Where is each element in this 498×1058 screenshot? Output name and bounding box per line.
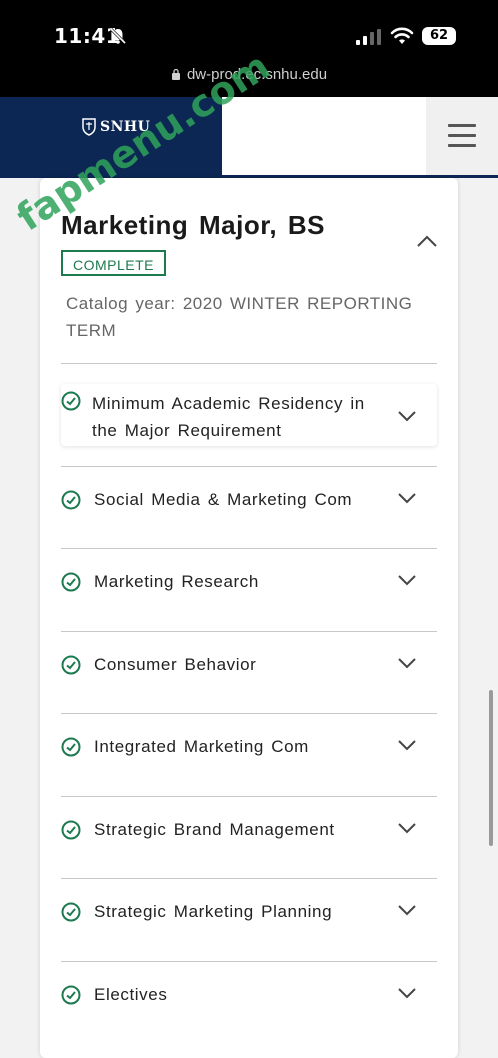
brand-name: SNHU (100, 119, 151, 135)
chevron-down-icon[interactable] (397, 492, 417, 504)
url-text: dw-prod.ec.snhu.edu (186, 66, 328, 83)
status-badge: COMPLETE (61, 250, 167, 276)
chevron-down-icon[interactable] (397, 987, 417, 999)
check-circle-icon (61, 655, 81, 675)
divider (61, 961, 437, 962)
requirement-label: Strategic Marketing Planning (94, 902, 333, 921)
battery-indicator: 62 (422, 27, 456, 45)
scrollbar[interactable] (489, 690, 493, 846)
catalog-line: Catalog year: 2020 WINTER REPORTING (66, 294, 413, 313)
divider (61, 363, 437, 364)
chevron-down-icon[interactable] (397, 904, 417, 916)
divider (61, 713, 437, 714)
check-circle-icon (61, 391, 81, 411)
hamburger-line (448, 144, 476, 147)
chevron-down-icon[interactable] (397, 574, 417, 586)
requirement-row[interactable]: Strategic Marketing Planning (61, 898, 437, 928)
lock-icon (171, 68, 180, 80)
requirement-label-line: the Major Requirement (92, 421, 282, 440)
status-bar: 11:41 62 dw-prod.ec.snhu.edu (0, 0, 498, 97)
chevron-down-icon[interactable] (397, 657, 417, 669)
divider (61, 796, 437, 797)
requirement-row[interactable]: Electives (61, 981, 437, 1011)
requirement-row[interactable]: Integrated Marketing Com (61, 733, 437, 763)
chevron-up-icon[interactable] (416, 234, 438, 248)
requirement-label: Electives (94, 985, 168, 1004)
chevron-down-icon[interactable] (397, 410, 417, 422)
requirement-label: Strategic Brand Management (94, 820, 335, 839)
check-circle-icon (61, 490, 81, 510)
divider (61, 878, 437, 879)
chevron-down-icon[interactable] (397, 822, 417, 834)
check-circle-icon (61, 572, 81, 592)
check-circle-icon (61, 985, 81, 1005)
degree-card: Marketing Major, BS COMPLETE Catalog yea… (40, 178, 458, 1058)
bell-muted-icon (109, 27, 127, 45)
check-circle-icon (61, 902, 81, 922)
address-bar[interactable]: dw-prod.ec.snhu.edu (0, 66, 498, 83)
shield-logo-icon (82, 118, 96, 136)
divider (61, 548, 437, 549)
requirement-row[interactable]: Strategic Brand Management (61, 816, 437, 846)
requirement-label: Social Media & Marketing Com (94, 490, 353, 509)
degree-title: Marketing Major, BS (61, 210, 325, 240)
chevron-down-icon[interactable] (397, 739, 417, 751)
cellular-signal-icon (356, 29, 381, 45)
wifi-icon (390, 27, 414, 44)
requirement-label-line: Minimum Academic Residency in (92, 394, 365, 413)
site-header: SNHU (0, 97, 498, 175)
hamburger-line (448, 134, 476, 137)
brand-logo[interactable]: SNHU (0, 97, 222, 175)
requirement-row[interactable]: Marketing Research (61, 568, 437, 598)
requirement-label: Consumer Behavior (94, 655, 257, 674)
divider (61, 466, 437, 467)
check-circle-icon (61, 737, 81, 757)
check-circle-icon (61, 820, 81, 840)
catalog-year: Catalog year: 2020 WINTER REPORTING TERM (66, 290, 426, 344)
catalog-line: TERM (66, 321, 117, 340)
requirement-label: Minimum Academic Residency in the Major … (92, 390, 365, 444)
requirement-row[interactable]: Minimum Academic Residency in the Major … (61, 384, 437, 446)
hamburger-line (448, 124, 476, 127)
requirement-row[interactable]: Consumer Behavior (61, 651, 437, 681)
requirement-row[interactable]: Social Media & Marketing Com (61, 486, 437, 516)
requirement-label: Marketing Research (94, 572, 259, 591)
requirement-label: Integrated Marketing Com (94, 737, 309, 756)
hamburger-menu-button[interactable] (426, 97, 498, 175)
divider (61, 631, 437, 632)
